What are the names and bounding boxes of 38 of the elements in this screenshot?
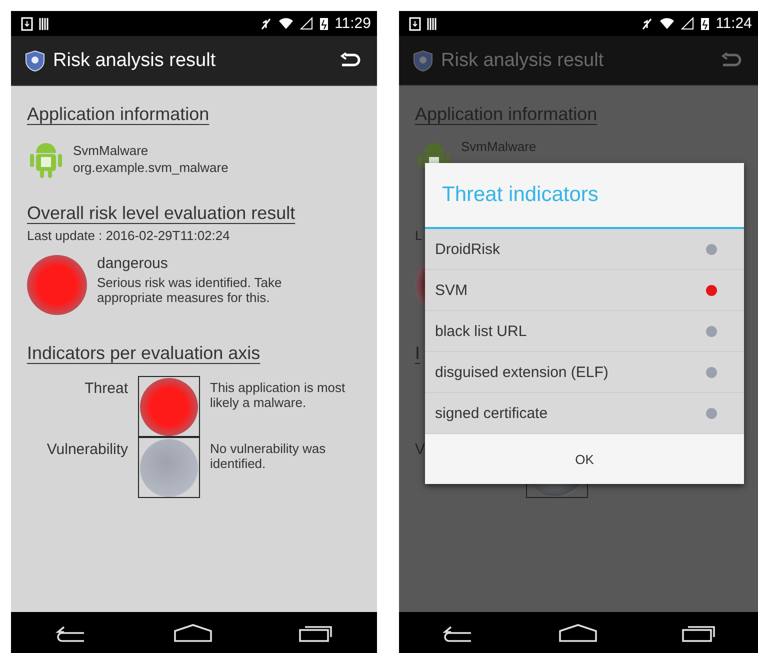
axis-label: Threat (84, 379, 128, 397)
barcode-icon (427, 16, 437, 30)
screen-title: Risk analysis result (53, 50, 217, 72)
section-heading: Indicators per evaluation axis (27, 343, 260, 364)
wifi-icon (658, 17, 675, 30)
section-heading: Overall risk level evaluation result (27, 203, 296, 224)
section-heading: Application information (27, 104, 210, 125)
muted-icon (260, 16, 272, 30)
indicator-label: black list URL (435, 322, 528, 340)
wifi-icon (278, 17, 294, 30)
app-name: SvmMalware (73, 143, 150, 158)
home-icon[interactable] (172, 622, 213, 642)
battery-icon (318, 16, 329, 31)
signal-icon (680, 17, 694, 30)
status-time: 11:24 (716, 15, 752, 32)
dialog-title: Threat indicators (442, 183, 598, 207)
screen-title: Risk analysis result (441, 50, 605, 72)
risk-description: Serious risk was identified. Take appropriate measures for this. (97, 275, 283, 305)
status-time: 11:29 (334, 15, 371, 32)
shield-icon (25, 50, 45, 72)
indicator-label: DroidRisk (435, 240, 502, 258)
axis-label: Vulnerability (46, 440, 128, 458)
signal-icon (300, 17, 313, 30)
barcode-icon (39, 16, 49, 30)
download-notification-icon (21, 16, 33, 30)
indicator-label: signed certificate (435, 404, 549, 422)
ok-button[interactable]: OK (425, 434, 744, 484)
indicator-label: disguised extension (ELF) (435, 364, 610, 380)
axis-description: This application is most likely a malware. (210, 379, 346, 410)
axis-description: No vulnerability was identified. (210, 440, 327, 471)
muted-icon (640, 16, 653, 30)
shield-icon (413, 50, 433, 72)
last-update: Last update : 2016-02-29T11:02:24 (27, 228, 231, 243)
home-icon[interactable] (558, 622, 598, 642)
app-package: org.example.svm_malware (73, 160, 228, 175)
risk-level: dangerous (97, 255, 169, 272)
download-notification-icon (409, 16, 421, 30)
battery-icon (700, 16, 710, 31)
